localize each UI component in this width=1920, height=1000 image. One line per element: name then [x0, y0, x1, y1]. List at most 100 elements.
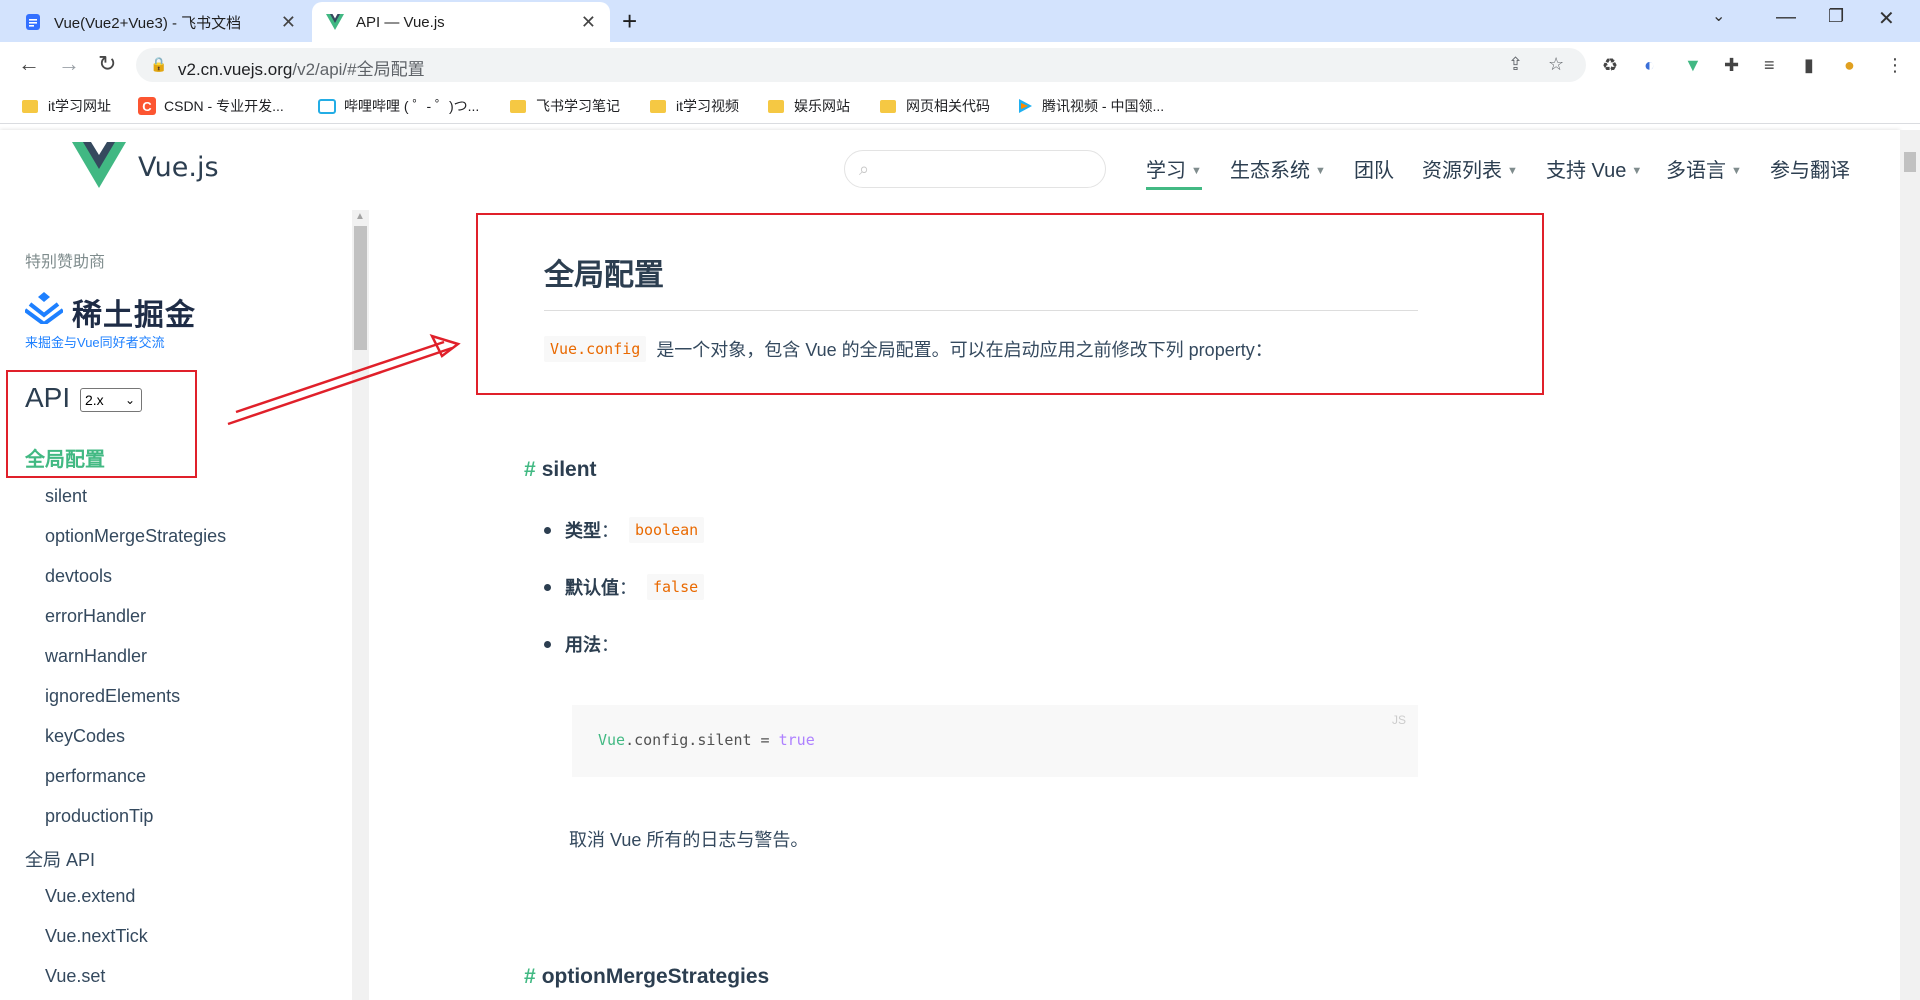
tencent-video-icon [1019, 99, 1032, 113]
folder-icon [768, 99, 784, 113]
close-tab-icon[interactable]: ✕ [581, 12, 596, 33]
reading-list-icon[interactable]: ≡ [1764, 55, 1775, 76]
nav-support-vue[interactable]: 支持 Vue ▼ [1546, 154, 1642, 183]
annotation-box-sidebar [6, 370, 197, 478]
sidebar-scrollbar[interactable]: ▲ [352, 210, 369, 1000]
inline-code: false [647, 574, 705, 600]
vue-logo-icon [326, 14, 344, 30]
sidebar-item-error-handler[interactable]: errorHandler [45, 606, 146, 627]
site-brand[interactable]: Vue.js [138, 152, 219, 183]
sidebar-item-vue-next-tick[interactable]: Vue.nextTick [45, 926, 148, 947]
window-close-icon[interactable]: ✕ [1878, 6, 1895, 31]
menu-kebab-icon[interactable]: ⋮ [1886, 55, 1904, 76]
close-tab-icon[interactable]: ✕ [281, 12, 296, 33]
sidebar-item-vue-extend[interactable]: Vue.extend [45, 886, 135, 907]
sidebar-item-performance[interactable]: performance [45, 766, 146, 787]
caret-down-icon: ▼ [1631, 165, 1643, 177]
lock-icon: 🔒 [150, 56, 168, 72]
new-tab-button[interactable]: + [622, 6, 637, 37]
search-input[interactable]: ⌕ [844, 150, 1106, 188]
minimize-icon[interactable]: — [1776, 6, 1796, 29]
tab-title: API — Vue.js [356, 13, 445, 31]
nav-learn[interactable]: 学习 ▼ [1146, 154, 1202, 190]
caret-down-icon: ▼ [1191, 165, 1202, 177]
address-bar[interactable]: 🔒 v2.cn.vuejs.org/v2/api/#全局配置 ⇪ ☆ [136, 48, 1586, 82]
url-text: v2.cn.vuejs.org/v2/api/#全局配置 [178, 60, 425, 79]
sidebar-item-production-tip[interactable]: productionTip [45, 806, 153, 827]
sidebar-item-devtools[interactable]: devtools [45, 566, 112, 587]
folder-icon [650, 99, 666, 113]
bookmark-star-icon[interactable]: ☆ [1548, 54, 1564, 75]
vue-devtools-icon[interactable]: ▼ [1684, 55, 1702, 76]
bullet-dot [544, 583, 551, 591]
page-scrollbar[interactable] [1900, 130, 1920, 1000]
code-language-label: JS [1391, 713, 1406, 727]
back-icon[interactable]: ← [18, 51, 40, 77]
nav-ecosystem[interactable]: 生态系统 ▼ [1230, 154, 1326, 183]
section-heading-silent[interactable]: # silent [524, 458, 597, 482]
folder-icon [510, 99, 526, 113]
bookmark-tencent-video[interactable]: 腾讯视频 - 中国领... [1016, 96, 1164, 116]
forward-icon[interactable]: → [58, 51, 80, 77]
share-icon[interactable]: ⇪ [1508, 54, 1523, 75]
nav-resources[interactable]: 资源列表 ▼ [1422, 154, 1518, 183]
code-text: Vue.config.silent = true [598, 731, 815, 749]
feishu-doc-icon [26, 14, 40, 30]
tab-feishu-doc[interactable]: Vue(Vue2+Vue3) - 飞书文档 ✕ [10, 2, 310, 42]
inline-code: boolean [629, 517, 705, 543]
nav-team[interactable]: 团队 [1354, 154, 1394, 183]
sidebar-item-ignored-elements[interactable]: ignoredElements [45, 686, 180, 707]
scrollbar-thumb[interactable] [354, 226, 367, 350]
anchor-hash: # [524, 458, 536, 481]
anchor-hash: # [524, 965, 536, 988]
sidebar-item-global-api[interactable]: 全局 API [25, 846, 95, 872]
bookmark-it-learning[interactable]: it学习网址 [22, 96, 111, 116]
nav-languages[interactable]: 多语言 ▼ [1666, 154, 1742, 183]
scroll-up-icon[interactable]: ▲ [355, 211, 365, 222]
bookmark-feishu-notes[interactable]: 飞书学习笔记 [510, 96, 620, 116]
silent-description: 取消 Vue 所有的日志与警告。 [569, 830, 809, 850]
sidebar-item-option-merge-strategies[interactable]: optionMergeStrategies [45, 526, 226, 547]
sponsor-label: 特别赞助商 [25, 254, 106, 271]
sidebar-item-silent[interactable]: silent [45, 486, 87, 507]
scrollbar-thumb[interactable] [1904, 152, 1916, 172]
caret-down-icon: ▼ [1731, 165, 1742, 177]
list-item-default: 默认值： false [544, 574, 714, 600]
site-header: Vue.js ⌕ 学习 ▼ 生态系统 ▼ 团队 资源列表 ▼ 支持 Vue ▼ 多语言 ▼… [0, 130, 1900, 210]
tab-vue-api[interactable]: API — Vue.js ✕ [312, 2, 610, 42]
sidebar-item-key-codes[interactable]: keyCodes [45, 726, 125, 747]
section-heading-option-merge-strategies[interactable]: # optionMergeStrategies [524, 965, 769, 989]
nav-translate[interactable]: 参与翻译 [1770, 154, 1850, 183]
recycle-extension-icon[interactable]: ♻ [1602, 55, 1618, 76]
bookmark-web-code[interactable]: 网页相关代码 [880, 96, 990, 116]
side-panel-icon[interactable]: ▮ [1804, 55, 1814, 76]
caret-down-icon: ▼ [1315, 165, 1326, 177]
bookmark-csdn[interactable]: C CSDN - 专业开发... [138, 96, 284, 116]
sponsor-tagline: 来掘金与Vue同好者交流 [25, 335, 165, 350]
extensions-puzzle-icon[interactable]: ✚ [1724, 55, 1739, 76]
bilibili-icon [318, 98, 336, 114]
folder-icon [880, 99, 896, 113]
code-block: JS Vue.config.silent = true [572, 705, 1418, 777]
sidebar-item-vue-set[interactable]: Vue.set [45, 966, 105, 987]
reload-icon[interactable]: ↻ [98, 51, 116, 77]
bookmark-it-videos[interactable]: it学习视频 [650, 96, 739, 116]
tab-title: Vue(Vue2+Vue3) - 飞书文档 [54, 14, 242, 32]
sponsor-name: 稀土掘金 [72, 299, 196, 332]
profile-avatar[interactable]: ● [1844, 55, 1855, 76]
browser-toolbar: ← → ↻ 🔒 v2.cn.vuejs.org/v2/api/#全局配置 ⇪ ☆… [0, 42, 1920, 88]
restore-icon[interactable]: ❐ [1828, 6, 1844, 27]
tab-search-icon[interactable]: ⌄ [1712, 6, 1725, 26]
bookmark-bilibili[interactable]: 哔哩哔哩 ( ゜- ゜)つ... [318, 96, 479, 116]
list-item-usage: 用法： [544, 631, 629, 657]
bullet-dot [544, 526, 551, 534]
extension-icon[interactable]: ◐ [1644, 55, 1655, 76]
caret-down-icon: ▼ [1507, 165, 1518, 177]
sidebar-item-warn-handler[interactable]: warnHandler [45, 646, 147, 667]
vue-logo[interactable] [72, 142, 126, 188]
csdn-icon: C [138, 97, 156, 115]
bookmark-entertainment[interactable]: 娱乐网站 [768, 96, 850, 116]
bookmarks-bar: it学习网址 C CSDN - 专业开发... 哔哩哔哩 ( ゜- ゜)つ... … [0, 88, 1920, 124]
list-item-type: 类型： boolean [544, 517, 714, 543]
annotation-box-content [476, 213, 1544, 395]
